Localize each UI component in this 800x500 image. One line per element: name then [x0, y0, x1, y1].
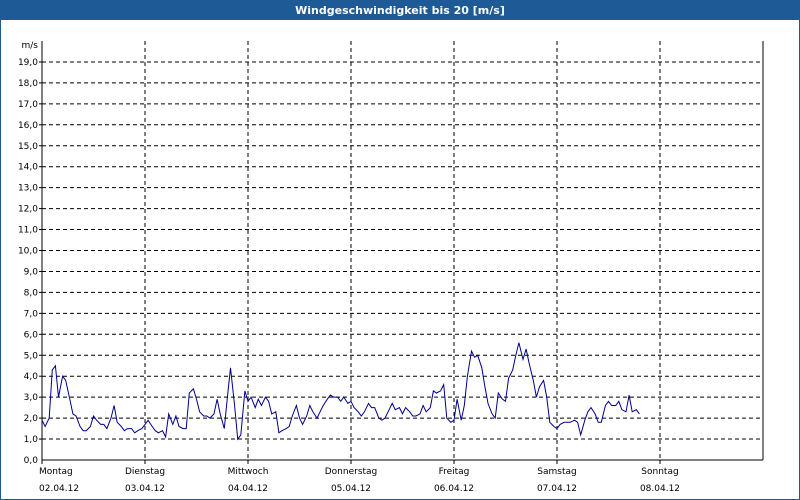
- x-tick-weekday: Sonntag: [641, 467, 678, 477]
- x-tick-date: 04.04.12: [228, 484, 268, 494]
- y-tick-label: 19,0: [18, 58, 38, 68]
- chart-title: Windgeschwindigkeit bis 20 [m/s]: [1, 1, 799, 20]
- line-chart: 1,0 2,0 3,0 4,0 5,0 6,0 7,0 8,0 9,0 10,0 11,0 12,0 1…: [18, 41, 764, 494]
- y-tick-label: 13,0: [18, 184, 38, 194]
- y-tick-label: 6,0: [24, 330, 39, 340]
- chart-window: Windgeschwindigkeit bis 20 [m/s] 1,0 2,0 3…: [0, 0, 800, 500]
- y-tick-label: 17,0: [18, 100, 38, 110]
- y-tick-label: 15,0: [18, 142, 38, 152]
- x-tick-date: 03.04.12: [125, 484, 165, 494]
- x-tick-weekday: Donnerstag: [325, 467, 378, 477]
- series: [41, 342, 640, 441]
- x-tick-date: 06.04.12: [434, 484, 474, 494]
- y-tick-label: 12,0: [18, 205, 38, 215]
- x-tick-weekday: Freitag: [439, 467, 470, 477]
- y-tick-label: 1,0: [24, 435, 39, 445]
- y-tick-label: 16,0: [18, 121, 38, 131]
- y-tick-label: 10,0: [18, 247, 38, 257]
- y-tick-label: 7,0: [24, 309, 39, 319]
- x-tick-weekday: Samstag: [537, 467, 576, 477]
- y-tick-label: 0,0: [24, 456, 39, 466]
- y-tick-label: 11,0: [18, 226, 38, 236]
- y-tick-label: 9,0: [24, 267, 39, 277]
- y-tick-label: 14,0: [18, 163, 38, 173]
- x-tick-weekday: Montag: [39, 467, 73, 477]
- axes: [39, 41, 764, 464]
- axis-labels: 1,0 2,0 3,0 4,0 5,0 6,0 7,0 8,0 9,0 10,0 11,0 12,0 1…: [18, 41, 680, 494]
- y-tick-label: 8,0: [24, 288, 39, 298]
- x-tick-date: 08.04.12: [640, 484, 680, 494]
- y-unit-label: m/s: [22, 41, 39, 51]
- y-tick-label: 4,0: [24, 372, 39, 382]
- y-tick-label: 18,0: [18, 79, 38, 89]
- x-tick-weekday: Mittwoch: [228, 467, 269, 477]
- series-line: [41, 342, 640, 441]
- y-tick-label: 5,0: [24, 351, 39, 361]
- grid: [42, 41, 763, 460]
- x-tick-date: 05.04.12: [331, 484, 371, 494]
- x-tick-weekday: Dienstag: [125, 467, 165, 477]
- x-tick-date: 02.04.12: [39, 484, 79, 494]
- x-tick-date: 07.04.12: [537, 484, 577, 494]
- y-tick-label: 3,0: [24, 393, 39, 403]
- y-tick-label: 2,0: [24, 414, 39, 424]
